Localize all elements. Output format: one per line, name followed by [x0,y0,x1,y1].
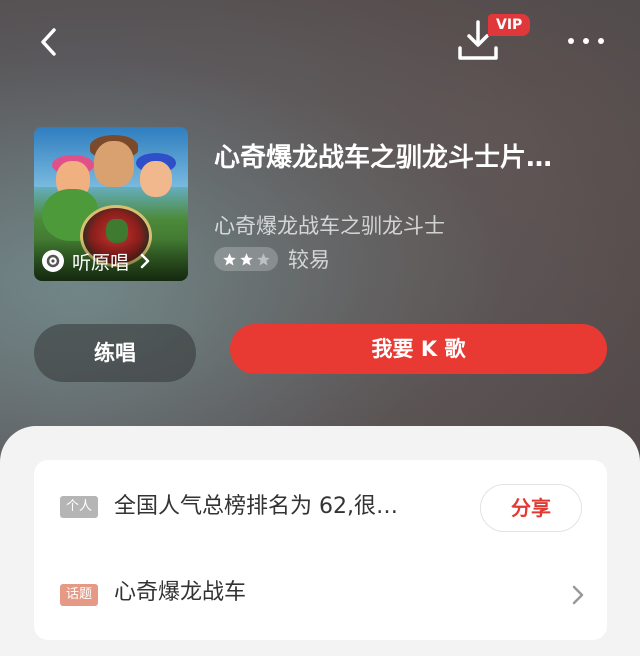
listen-original-label: 听原唱 [72,251,130,274]
ranking-row[interactable]: 个人 全国人气总榜排名为 62,很… 分享 [60,484,582,534]
star-filled-icon [222,252,236,265]
song-subtitle[interactable]: 心奇爆龙战车之驯龙斗士 [214,211,614,241]
vip-badge: VIP [488,14,531,36]
practice-button[interactable]: 练唱 [34,324,196,382]
personal-tag: 个人 [60,496,99,518]
top-bar: VIP [0,0,640,90]
sing-karaoke-button[interactable]: 我要 K 歌 [230,324,607,374]
listen-original-button[interactable]: 听原唱 [40,247,151,275]
back-button[interactable] [30,22,70,62]
more-dot-icon [568,38,574,44]
disc-icon [42,250,64,272]
chevron-right-icon [140,253,150,269]
share-button[interactable]: 分享 [480,484,582,532]
cover-character [140,161,172,197]
download-button[interactable]: VIP [452,14,532,68]
topic-text: 心奇爆龙战车 [114,580,247,605]
more-dot-icon [598,38,604,44]
chevron-left-icon [41,28,56,56]
star-filled-icon [239,252,253,265]
ranking-text: 全国人气总榜排名为 62,很… [114,494,398,519]
more-dot-icon [583,38,589,44]
topic-tag: 话题 [60,584,99,606]
topic-row[interactable]: 话题 心奇爆龙战车 [60,574,590,614]
song-title: 心奇爆龙战车之驯龙斗士片… [214,143,553,173]
more-button[interactable] [562,28,610,54]
cover-character [94,141,134,187]
difficulty-stars [214,247,278,271]
difficulty-rating: 较易 [214,245,330,273]
star-empty-icon [256,252,270,265]
chevron-right-icon [572,585,584,605]
difficulty-label: 较易 [288,248,330,272]
info-card: 个人 全国人气总榜排名为 62,很… 分享 话题 心奇爆龙战车 [34,460,607,640]
album-cover[interactable]: 听原唱 [34,127,188,281]
